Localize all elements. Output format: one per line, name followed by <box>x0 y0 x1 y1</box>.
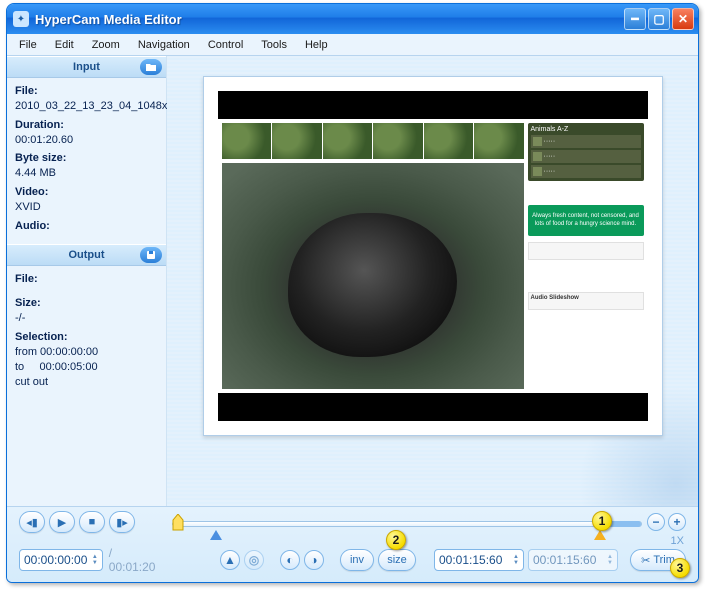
callout-1: 1 <box>592 511 612 531</box>
out-file-label: File: <box>15 272 158 287</box>
thumbnail-strip <box>222 123 524 159</box>
scissors-icon: ✂ <box>641 554 650 567</box>
duration-value: 00:01:20.60 <box>15 133 158 148</box>
menu-help[interactable]: Help <box>297 37 336 53</box>
menu-tools[interactable]: Tools <box>253 37 295 53</box>
timecode-spinner[interactable]: ▲▼ <box>92 554 98 566</box>
video-value: XVID <box>15 200 158 215</box>
sel-start-value: 00:01:15:60 <box>439 553 502 567</box>
zoom-out-button[interactable]: − <box>647 513 665 531</box>
promo-text: Always fresh content, not censored, and … <box>532 213 639 227</box>
output-header-label: Output <box>68 249 104 261</box>
bytesize-label: Byte size: <box>15 151 158 166</box>
menu-control[interactable]: Control <box>200 37 251 53</box>
out-size-value: -/- <box>15 311 158 326</box>
az-title: Animals A-Z <box>531 126 641 133</box>
gorilla-image <box>222 163 524 389</box>
menu-zoom[interactable]: Zoom <box>84 37 128 53</box>
callout-3: 3 <box>670 558 690 578</box>
zoom-in-button[interactable]: + <box>668 513 686 531</box>
size-button[interactable]: size <box>378 549 416 571</box>
titlebar: ✦ HyperCam Media Editor ━ ▢ ✕ <box>7 4 698 34</box>
timeline-track[interactable] <box>172 521 642 527</box>
mark-out-button[interactable]: ◑ <box>304 550 324 570</box>
input-header-label: Input <box>73 61 100 73</box>
step-forward-button[interactable]: ▮▸ <box>109 511 135 533</box>
menu-edit[interactable]: Edit <box>47 37 82 53</box>
input-panel-header: Input <box>7 56 166 78</box>
promo-card: Always fresh content, not censored, and … <box>528 205 644 236</box>
stop-button[interactable]: ■ <box>79 511 105 533</box>
recorded-content: Animals A-Z ····· ····· ····· Always fre… <box>218 119 648 393</box>
selection-start-input[interactable]: 00:01:15:60 ▲▼ <box>434 549 524 571</box>
selection-from: from 00:00:00:00 <box>15 345 158 360</box>
output-panel: File: Size: -/- Selection: from 00:00:00… <box>7 266 166 396</box>
invert-button[interactable]: inv <box>340 549 374 571</box>
video-label: Video: <box>15 185 158 200</box>
app-window: ✦ HyperCam Media Editor ━ ▢ ✕ File Edit … <box>6 3 699 583</box>
total-timecode: / 00:01:20 <box>109 546 158 574</box>
selection-label: Selection: <box>15 330 158 345</box>
jump-up-button[interactable]: ▲ <box>220 550 240 570</box>
audio-label: Audio: <box>15 219 158 234</box>
window-title: HyperCam Media Editor <box>35 12 624 27</box>
slideshow-label: Audio Slideshow <box>531 295 579 301</box>
callout-2: 2 <box>386 530 406 550</box>
file-value: 2010_03_22_13_23_04_1048x6 <box>15 99 158 114</box>
bytesize-value: 4.44 MB <box>15 166 158 181</box>
sel-end-value: 00:01:15:60 <box>533 553 596 567</box>
selection-end-input[interactable]: 00:01:15:60 ▲▼ <box>528 549 618 571</box>
current-timecode: 00:00:00:00 <box>24 553 87 567</box>
current-timecode-input[interactable]: 00:00:00:00 ▲▼ <box>19 549 103 571</box>
sel-start-spinner[interactable]: ▲▼ <box>513 554 519 566</box>
play-button[interactable]: ▶ <box>49 511 75 533</box>
timeline[interactable] <box>172 513 642 535</box>
open-file-icon[interactable] <box>140 59 162 75</box>
menubar: File Edit Zoom Navigation Control Tools … <box>7 34 698 56</box>
close-button[interactable]: ✕ <box>672 8 694 30</box>
zoom-controls: − + <box>647 513 686 531</box>
sel-end-spinner[interactable]: ▲▼ <box>607 554 613 566</box>
video-preview[interactable]: Animals A-Z ····· ····· ····· Always fre… <box>203 76 663 436</box>
menu-navigation[interactable]: Navigation <box>130 37 198 53</box>
selection-start-marker[interactable] <box>210 527 222 545</box>
menu-file[interactable]: File <box>11 37 45 53</box>
app-icon: ✦ <box>13 11 29 27</box>
selection-mode: cut out <box>15 375 158 390</box>
file-label: File: <box>15 84 158 99</box>
out-size-label: Size: <box>15 296 158 311</box>
mark-in-button[interactable]: ◐ <box>280 550 300 570</box>
target-button[interactable]: ◎ <box>244 550 264 570</box>
maximize-button[interactable]: ▢ <box>648 8 670 30</box>
animals-az-widget: Animals A-Z ····· ····· ····· <box>528 123 644 181</box>
save-file-icon[interactable] <box>140 247 162 263</box>
output-panel-header: Output <box>7 244 166 266</box>
step-back-button[interactable]: ◂▮ <box>19 511 45 533</box>
minimize-button[interactable]: ━ <box>624 8 646 30</box>
duration-label: Duration: <box>15 118 158 133</box>
sidebar: Input File: 2010_03_22_13_23_04_1048x6 D… <box>7 56 167 506</box>
playhead-handle[interactable] <box>172 514 184 532</box>
preview-area: Animals A-Z ····· ····· ····· Always fre… <box>167 56 698 506</box>
sponsor-box <box>528 242 644 260</box>
slideshow-box: Audio Slideshow <box>528 292 644 310</box>
input-panel: File: 2010_03_22_13_23_04_1048x6 Duratio… <box>7 78 166 244</box>
selection-to: to 00:00:05:00 <box>15 360 158 375</box>
workarea: Input File: 2010_03_22_13_23_04_1048x6 D… <box>7 56 698 506</box>
transport-controls: ◂▮ ▶ ■ ▮▸ <box>19 511 135 533</box>
